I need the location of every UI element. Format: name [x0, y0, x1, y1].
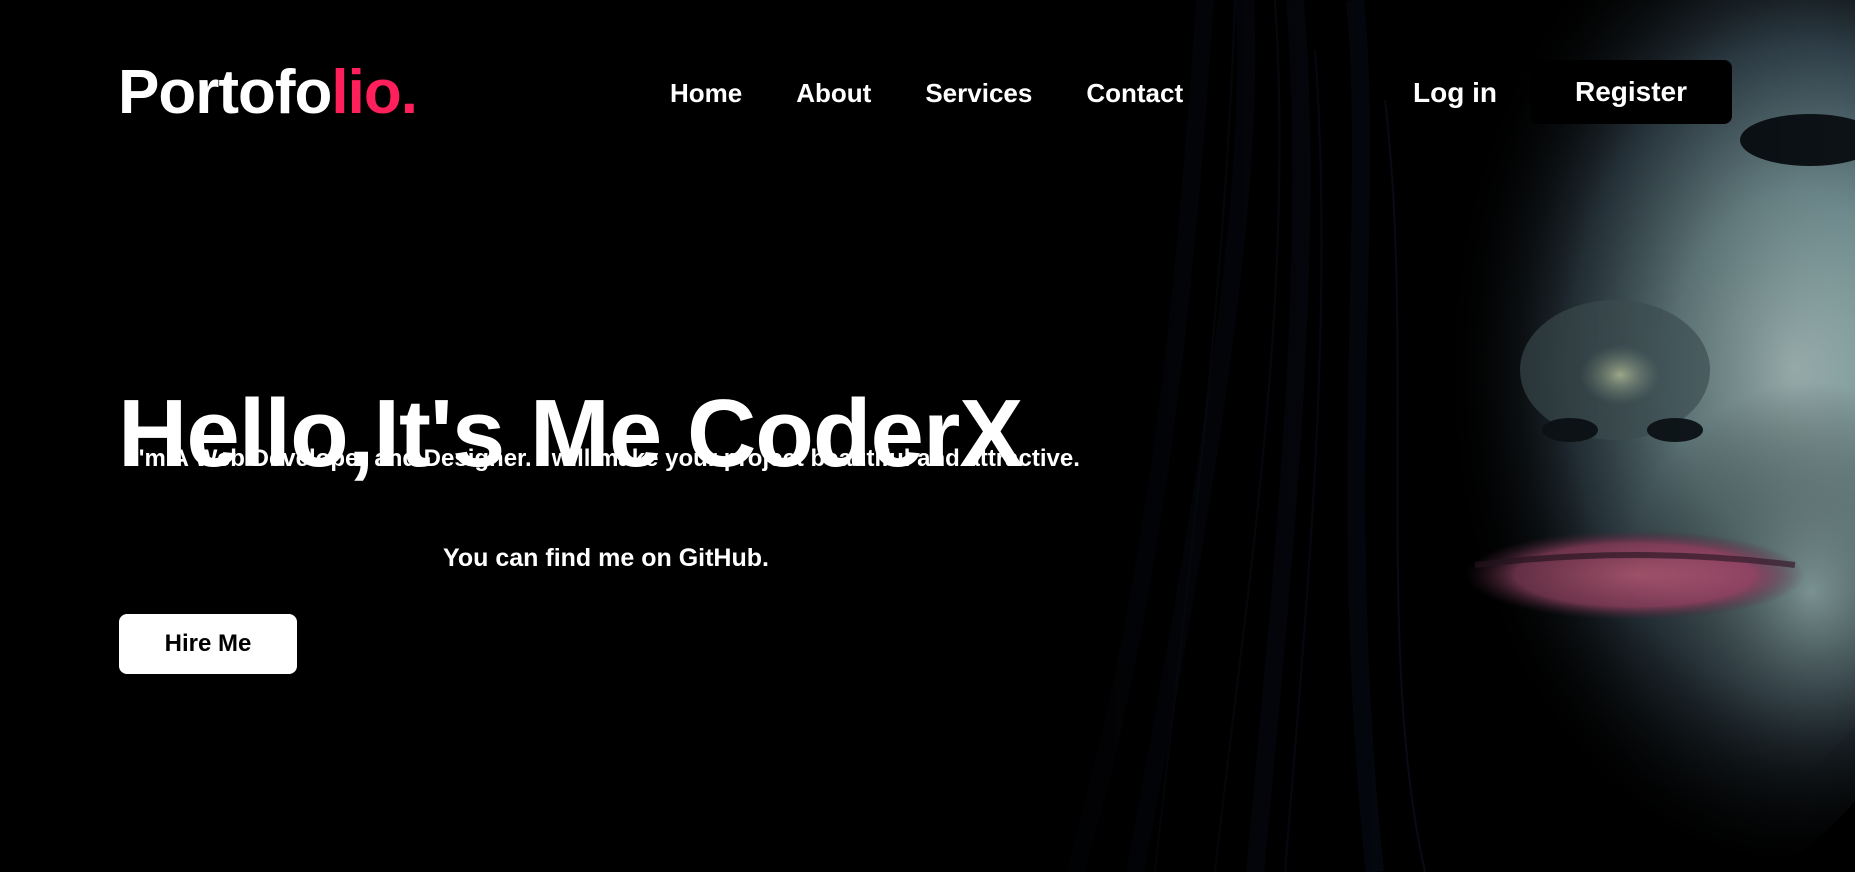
hero-description: I'm A Web Developer and Designer. I will… — [132, 445, 1080, 472]
nav-item-services[interactable]: Services — [925, 74, 1032, 112]
nav-item-contact[interactable]: Contact — [1086, 74, 1183, 112]
logo-accent-text: lio. — [331, 58, 418, 127]
register-button[interactable]: Register — [1530, 60, 1732, 124]
site-header: Portofolio. Home About Services Contact … — [0, 0, 1855, 185]
login-link[interactable]: Log in — [1413, 74, 1497, 112]
nav-item-about[interactable]: About — [796, 74, 871, 112]
hire-me-button[interactable]: Hire Me — [119, 614, 297, 674]
main-nav: Home About Services Contact — [670, 74, 1183, 112]
landing-page: Portofolio. Home About Services Contact … — [0, 0, 1855, 872]
logo-main-text: Portofo — [118, 58, 332, 127]
hero-github-line: You can find me on GitHub. — [443, 544, 769, 572]
site-logo[interactable]: Portofolio. — [118, 56, 418, 130]
nav-item-home[interactable]: Home — [670, 74, 742, 112]
